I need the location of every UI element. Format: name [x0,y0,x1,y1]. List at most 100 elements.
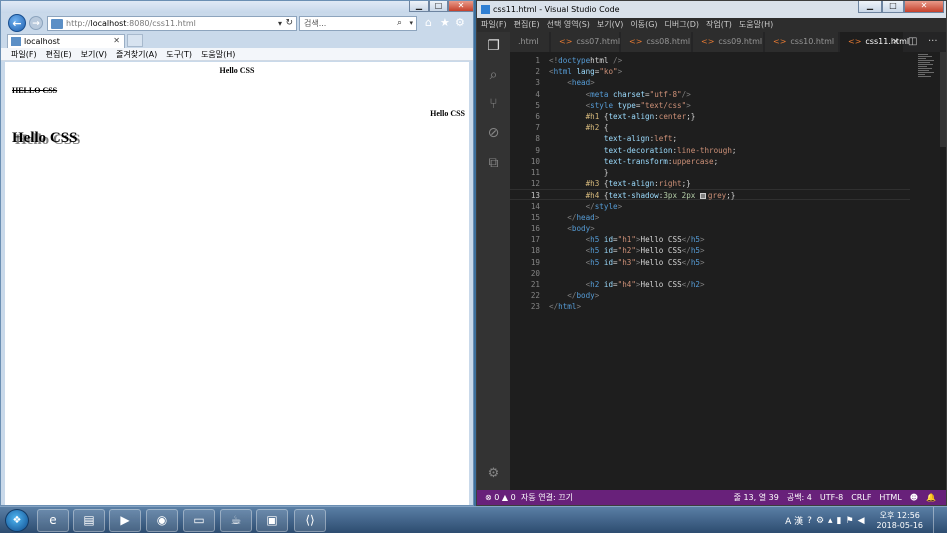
code-line[interactable]: 20 [510,268,910,279]
editor-minimize-button[interactable]: ▁ [858,1,882,13]
language-mode[interactable]: HTML [879,490,901,505]
code-line[interactable]: 8 text-align:left; [510,133,910,144]
code-line[interactable]: 13 #h4 {text-shadow:3px 2px grey;} [510,189,910,201]
address-dropdown-icon[interactable]: ▾ [278,17,282,30]
forward-arrow-icon[interactable]: → [29,16,43,30]
file-explorer-icon[interactable]: ▤ [73,509,105,532]
explorer-files-icon[interactable]: ❐ [477,38,510,54]
code-line[interactable]: 11 } [510,167,910,178]
code-line[interactable]: 22 </body> [510,290,910,301]
command-prompt-icon[interactable]: ▭ [183,509,215,532]
tray-expand-icon[interactable]: ▴ [828,516,833,526]
editor-scrollbar[interactable] [940,52,946,147]
browser-menu-item[interactable]: 보기(V) [81,48,107,60]
minimap[interactable] [918,54,936,82]
code-editor[interactable]: 1 <!doctypehtml /> 2 <html lang="ko"> 3 <hea… [510,52,946,490]
code-line[interactable]: 21 <h2 id="h4">Hello CSS</h2> [510,279,910,290]
browser-menu-item[interactable]: 도움말(H) [201,48,235,60]
browser-tab[interactable]: localhost ✕ [7,34,125,48]
settings-gear-icon[interactable]: ⚙ [477,466,510,481]
editor-maximize-button[interactable]: □ [882,1,904,13]
refresh-icon[interactable]: ↻ [285,17,293,30]
browser-menu-item[interactable]: 즐겨찾기(A) [116,48,157,60]
tab-close-icon[interactable]: ✕ [113,36,120,45]
code-line[interactable]: 3 <head> [510,77,910,88]
tab-close-icon[interactable]: ✕ [892,32,899,52]
ime-indicator[interactable]: A 漢 [785,514,803,527]
internet-explorer-icon[interactable]: e [37,509,69,532]
tray-settings-icon[interactable]: ⚙ [816,516,824,526]
editor-tab-active[interactable]: <> css11.html ✕ [840,32,909,52]
start-button[interactable]: ❖ [5,509,29,532]
editor-menu-item[interactable]: 작업(T) [706,18,732,32]
code-line[interactable]: 15 </head> [510,212,910,223]
browser-maximize-button[interactable]: □ [429,1,448,12]
editor-close-button[interactable]: ✕ [904,1,944,13]
indentation-status[interactable]: 공백: 4 [787,490,812,505]
editor-menu-item[interactable]: 보기(V) [597,18,623,32]
editor-menu-item[interactable]: 선택 영역(S) [547,18,590,32]
address-bar[interactable]: http://localhost:8080/css11.html ▾ ↻ [47,16,297,31]
flag-icon[interactable]: ⚑ [846,516,854,526]
new-tab-button[interactable] [127,34,143,47]
browser-menu-item[interactable]: 도구(T) [166,48,192,60]
extensions-icon[interactable]: ⧉ [477,155,510,171]
code-line[interactable]: 23 </html> [510,301,910,312]
volume-icon[interactable]: ◀ [858,516,865,526]
code-line[interactable]: 5 <style type="text/css"> [510,100,910,111]
editor-tab[interactable]: <> css07.html [551,32,620,52]
search-icon[interactable]: ⌕ [477,67,510,83]
code-line[interactable]: 19 <h5 id="h3">Hello CSS</h5> [510,257,910,268]
java-icon[interactable]: ☕ [220,509,252,532]
chrome-icon[interactable]: ◉ [146,509,178,532]
code-line[interactable]: 10 text-transform:uppercase; [510,156,910,167]
code-line[interactable]: 1 <!doctypehtml /> [510,55,910,66]
code-line[interactable]: 12 #h3 {text-align:right;} [510,178,910,189]
code-line[interactable]: 16 <body> [510,223,910,234]
editor-tab[interactable]: <> css08.html [621,32,692,52]
favorites-star-icon[interactable]: ★ [440,16,450,30]
live-connect-status[interactable]: 자동 연결: 끄기 [521,490,573,505]
code-line[interactable]: 6 #h1 {text-align:center;} [510,111,910,122]
media-player-icon[interactable]: ▶ [109,509,141,532]
source-control-icon[interactable]: ⑂ [477,96,510,112]
editor-menu-item[interactable]: 파일(F) [481,18,507,32]
search-input[interactable]: 검색... ⌕ ▾ [299,16,417,31]
debug-icon[interactable]: ⊘ [477,125,510,141]
eol-status[interactable]: CRLF [851,490,871,505]
editor-tab[interactable]: .html [510,32,550,52]
search-dropdown-icon[interactable]: ▾ [409,17,413,30]
search-icon[interactable]: ⌕ [397,17,402,30]
clock[interactable]: 오후 12:56 2018-05-16 [877,511,924,531]
more-actions-icon[interactable]: ··· [928,32,938,52]
gear-icon[interactable]: ⚙ [455,16,465,30]
cursor-position[interactable]: 줄 13, 열 39 [734,490,779,505]
browser-menu-item[interactable]: 편집(E) [46,48,72,60]
office-app-icon[interactable]: ▣ [256,509,288,532]
editor-menu-item[interactable]: 도움말(H) [739,18,773,32]
code-line[interactable]: 9 text-decoration:line-through; [510,145,910,156]
editor-menu-item[interactable]: 디버그(D) [665,18,699,32]
browser-minimize-button[interactable]: ▁ [409,1,429,12]
browser-menu-item[interactable]: 파일(F) [11,48,37,60]
split-editor-icon[interactable]: ◫ [908,32,917,52]
code-line[interactable]: 4 <meta charset="utf-8"/> [510,89,910,100]
notifications-bell-icon[interactable]: 🔔 [926,490,936,505]
encoding-status[interactable]: UTF-8 [820,490,843,505]
code-line[interactable]: 7 #h2 { [510,122,910,133]
editor-menu-item[interactable]: 이동(G) [630,18,657,32]
editor-tab[interactable]: <> css09.html [693,32,764,52]
code-line[interactable]: 14 </style> [510,201,910,212]
code-line[interactable]: 17 <h5 id="h1">Hello CSS</h5> [510,234,910,245]
back-arrow-icon[interactable]: ← [8,14,26,32]
editor-tab[interactable]: <> css10.html [765,32,839,52]
home-icon[interactable]: ⌂ [425,16,432,30]
show-desktop-button[interactable] [933,507,941,533]
address-url[interactable]: http://localhost:8080/css11.html [66,19,196,28]
network-icon[interactable]: ▮ [837,516,842,526]
feedback-smiley-icon[interactable]: ☻ [910,490,918,505]
code-line[interactable]: 18 <h5 id="h2">Hello CSS</h5> [510,245,910,256]
editor-menu-item[interactable]: 편집(E) [514,18,540,32]
help-icon[interactable]: ? [807,516,812,526]
vscode-taskbar-icon[interactable]: ⟨⟩ [294,509,326,532]
